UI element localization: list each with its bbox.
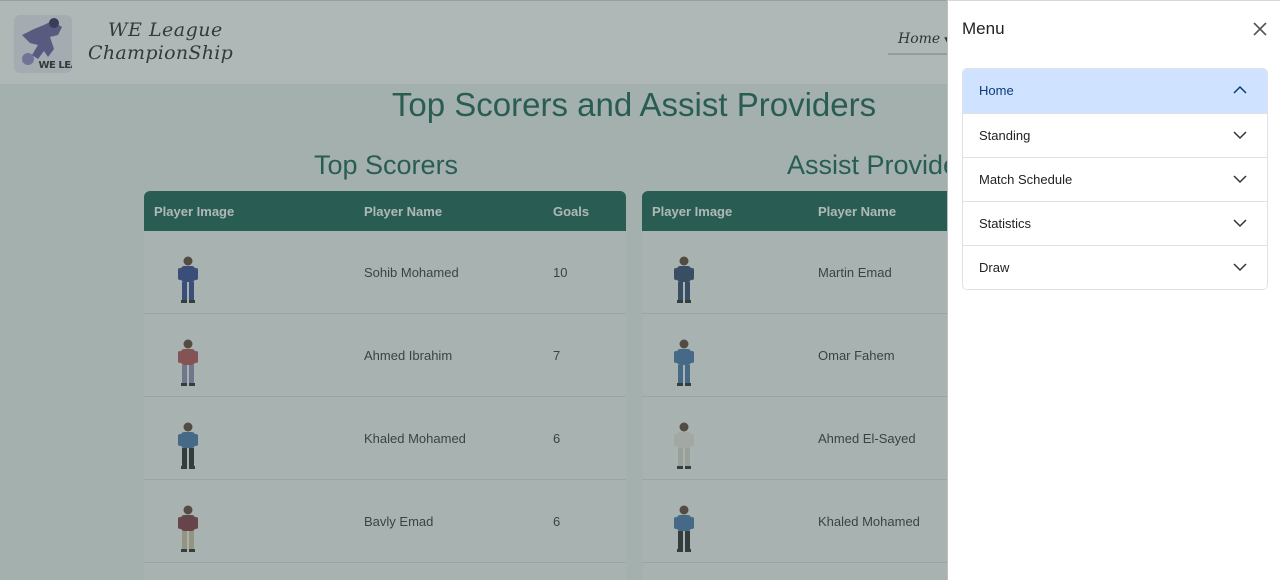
menu-item-label: Draw [979,260,1010,275]
menu-item-label: Standing [979,128,1031,143]
chevron-down-icon [1233,131,1247,140]
menu-item-label: Match Schedule [979,172,1073,187]
menu-item-standing[interactable]: Standing [963,113,1267,157]
chevron-down-icon [1233,219,1247,228]
menu-item-label: Statistics [979,216,1032,231]
offcanvas-menu: Menu Home Standing Match Schedule Statistic… [947,0,1280,580]
chevron-down-icon [1233,175,1247,184]
menu-item-statistics[interactable]: Statistics [963,201,1267,245]
menu-item-label: Home [979,83,1014,98]
menu-item-match-schedule[interactable]: Match Schedule [963,157,1267,201]
menu-item-home[interactable]: Home [963,69,1267,113]
menu-accordion: Home Standing Match Schedule Statistics Draw [962,68,1268,290]
menu-title: Menu [962,19,1005,38]
menu-item-draw[interactable]: Draw [963,245,1267,289]
chevron-down-icon [1233,263,1247,272]
chevron-up-icon [1233,85,1247,94]
close-icon[interactable] [1250,19,1270,39]
backdrop-overlay[interactable] [0,0,948,580]
